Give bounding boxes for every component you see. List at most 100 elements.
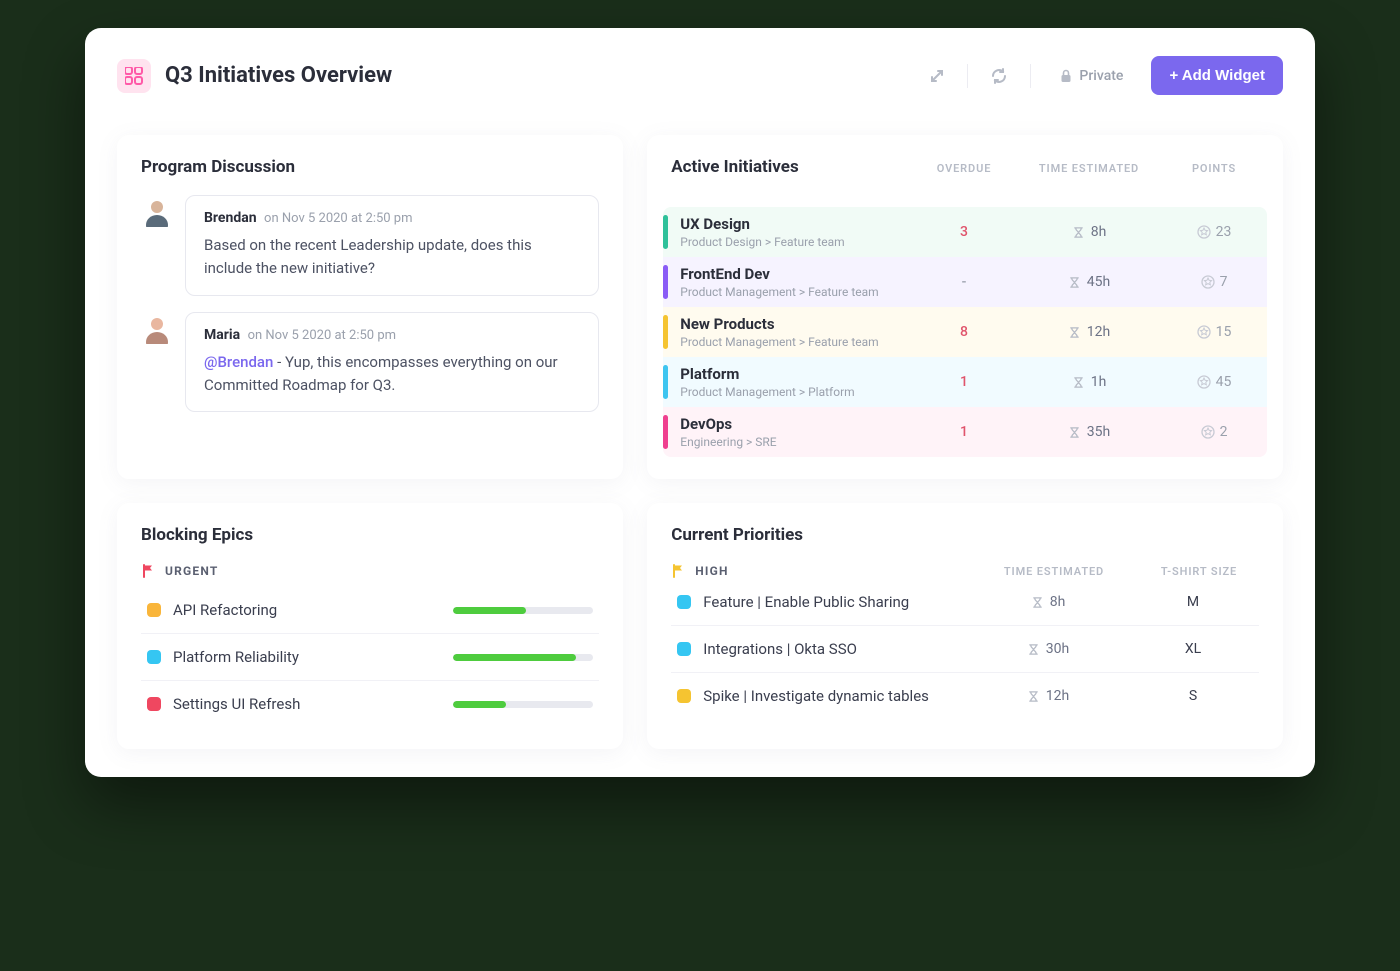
time-estimated-value: 1h bbox=[1009, 374, 1169, 390]
star-icon bbox=[1197, 325, 1211, 339]
initiative-row[interactable]: New Products Product Management > Feature… bbox=[663, 307, 1267, 357]
color-stripe bbox=[663, 265, 668, 299]
urgent-label: URGENT bbox=[165, 564, 218, 578]
initiative-row[interactable]: DevOps Engineering > SRE135h2 bbox=[663, 407, 1267, 457]
high-label: HIGH bbox=[695, 564, 728, 578]
overdue-value: 1 bbox=[919, 424, 1009, 440]
color-swatch bbox=[147, 697, 161, 711]
color-swatch bbox=[677, 689, 691, 703]
color-swatch bbox=[677, 642, 691, 656]
epic-name: Platform Reliability bbox=[173, 648, 441, 666]
privacy-label: Private bbox=[1079, 68, 1123, 84]
time-estimated-value: 30h bbox=[963, 641, 1133, 657]
priority-row[interactable]: Spike | Investigate dynamic tables12hS bbox=[671, 673, 1259, 719]
initiative-path: Product Management > Feature team bbox=[680, 335, 919, 349]
comment: Maria on Nov 5 2020 at 2:50 pm @Brendan … bbox=[141, 312, 599, 413]
initiative-path: Engineering > SRE bbox=[680, 435, 919, 449]
star-icon bbox=[1201, 425, 1215, 439]
col-time-estimated: TIME ESTIMATED bbox=[1009, 162, 1169, 175]
priority-row[interactable]: Integrations | Okta SSO 30hXL bbox=[671, 626, 1259, 673]
epic-name: Settings UI Refresh bbox=[173, 695, 441, 713]
color-swatch bbox=[147, 650, 161, 664]
divider bbox=[1030, 64, 1031, 88]
points-value: 23 bbox=[1169, 224, 1259, 240]
privacy-toggle[interactable]: Private bbox=[1045, 68, 1137, 84]
initiative-row[interactable]: UX DesignProduct Design > Feature team38… bbox=[663, 207, 1267, 257]
active-title: Active Initiatives bbox=[671, 157, 919, 177]
priority-name: Integrations | Okta SSO bbox=[703, 640, 857, 658]
mention[interactable]: @Brendan bbox=[204, 353, 273, 371]
comment-meta: on Nov 5 2020 at 2:50 pm bbox=[248, 328, 396, 343]
flag-icon bbox=[671, 563, 687, 579]
discussion-title: Program Discussion bbox=[141, 157, 599, 177]
points-value: 7 bbox=[1169, 274, 1259, 290]
tshirt-size-value: S bbox=[1133, 688, 1253, 704]
priority-row[interactable]: Feature | Enable Public Sharing 8hM bbox=[671, 579, 1259, 626]
comment-text: Based on the recent Leadership update, d… bbox=[204, 234, 580, 281]
epic-row[interactable]: API Refactoring bbox=[141, 587, 599, 634]
comment: Brendan on Nov 5 2020 at 2:50 pm Based o… bbox=[141, 195, 599, 296]
initiative-name: Platform bbox=[680, 365, 919, 383]
priority-name: Spike | Investigate dynamic tables bbox=[703, 687, 929, 705]
points-value: 15 bbox=[1169, 324, 1259, 340]
progress-bar bbox=[453, 701, 593, 708]
avatar bbox=[141, 312, 173, 344]
initiative-path: Product Design > Feature team bbox=[680, 235, 919, 249]
overdue-value: 3 bbox=[919, 224, 1009, 240]
app-logo bbox=[117, 59, 151, 93]
flag-icon bbox=[141, 563, 157, 579]
refresh-icon[interactable] bbox=[982, 61, 1016, 91]
time-estimated-value: 12h bbox=[1009, 324, 1169, 340]
overdue-value: 8 bbox=[919, 324, 1009, 340]
progress-bar bbox=[453, 654, 593, 661]
page-title: Q3 Initiatives Overview bbox=[165, 63, 392, 88]
expand-icon[interactable] bbox=[921, 62, 953, 90]
star-icon bbox=[1197, 375, 1211, 389]
initiative-name: UX Design bbox=[680, 215, 919, 233]
color-stripe bbox=[663, 215, 668, 249]
points-value: 45 bbox=[1169, 374, 1259, 390]
add-widget-button[interactable]: + Add Widget bbox=[1151, 56, 1283, 95]
tshirt-size-value: M bbox=[1133, 594, 1253, 610]
color-swatch bbox=[677, 595, 691, 609]
color-stripe bbox=[663, 415, 668, 449]
priorities-title: Current Priorities bbox=[671, 525, 1259, 545]
priority-name: Feature | Enable Public Sharing bbox=[703, 593, 909, 611]
col-time-estimated: TIME ESTIMATED bbox=[969, 565, 1139, 578]
initiative-name: DevOps bbox=[680, 415, 919, 433]
hourglass-icon bbox=[1068, 426, 1081, 439]
blocking-title: Blocking Epics bbox=[141, 525, 599, 545]
comment-author: Maria bbox=[204, 327, 240, 343]
hourglass-icon bbox=[1027, 643, 1040, 656]
comment-text: @Brendan - Yup, this encompasses everyth… bbox=[204, 351, 580, 398]
divider bbox=[967, 64, 968, 88]
initiative-row[interactable]: FrontEnd DevProduct Management > Feature… bbox=[663, 257, 1267, 307]
progress-bar bbox=[453, 607, 593, 614]
time-estimated-value: 45h bbox=[1009, 274, 1169, 290]
hourglass-icon bbox=[1068, 326, 1081, 339]
epic-name: API Refactoring bbox=[173, 601, 441, 619]
hourglass-icon bbox=[1031, 596, 1044, 609]
initiative-name: New Products bbox=[680, 315, 919, 333]
comment-author: Brendan bbox=[204, 210, 257, 226]
hourglass-icon bbox=[1072, 226, 1085, 239]
lock-icon bbox=[1059, 69, 1073, 83]
initiative-row[interactable]: PlatformProduct Management > Platform11h… bbox=[663, 357, 1267, 407]
hourglass-icon bbox=[1068, 276, 1081, 289]
color-swatch bbox=[147, 603, 161, 617]
epic-row[interactable]: Settings UI Refresh bbox=[141, 681, 599, 727]
points-value: 2 bbox=[1169, 424, 1259, 440]
initiative-path: Product Management > Platform bbox=[680, 385, 919, 399]
star-icon bbox=[1197, 225, 1211, 239]
col-points: POINTS bbox=[1169, 162, 1259, 175]
time-estimated-value: 8h bbox=[963, 594, 1133, 610]
hourglass-icon bbox=[1072, 376, 1085, 389]
initiative-name: FrontEnd Dev bbox=[680, 265, 919, 283]
hourglass-icon bbox=[1027, 690, 1040, 703]
col-overdue: OVERDUE bbox=[919, 162, 1009, 175]
star-icon bbox=[1201, 275, 1215, 289]
time-estimated-value: 35h bbox=[1009, 424, 1169, 440]
tshirt-size-value: XL bbox=[1133, 641, 1253, 657]
epic-row[interactable]: Platform Reliability bbox=[141, 634, 599, 681]
overdue-value: - bbox=[919, 274, 1009, 290]
